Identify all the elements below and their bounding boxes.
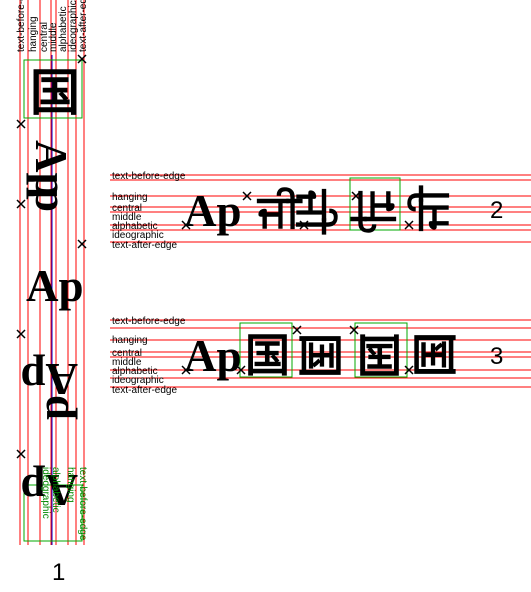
latin-sample-2: Ap <box>184 186 242 236</box>
gurmukhi-rot270: ਜੀ <box>406 185 456 232</box>
label1b-hanging: hanging <box>65 467 76 503</box>
label1-tbe: text-before-edge <box>16 0 27 52</box>
panel-3: text-before-edge hanging central middle … <box>110 316 531 396</box>
svg-text:国: 国 <box>294 333 344 378</box>
svg-text:国: 国 <box>411 332 461 377</box>
label-text-before-edge: text-before-edge <box>112 171 186 182</box>
baseline-labels-1-top: text-before-edge hanging central middle … <box>16 0 89 52</box>
svg-text:国: 国 <box>357 329 402 379</box>
baseline-labels-2: text-before-edge hanging central middle … <box>112 171 186 251</box>
cjk-rot0: 国 <box>245 331 290 381</box>
panel-2: text-before-edge hanging central middle … <box>110 171 531 251</box>
label1b-ideographic: ideographic <box>40 467 51 519</box>
panel-label-2: 2 <box>490 197 503 224</box>
label3-text-before-edge: text-before-edge <box>112 316 186 327</box>
label1b-tbe: text-before-edge <box>77 467 88 541</box>
panel-1: text-before-edge hanging central middle … <box>16 0 89 586</box>
svg-text:p: p <box>28 395 78 420</box>
panel-label-3: 3 <box>490 343 503 370</box>
label-hanging: hanging <box>112 192 148 203</box>
latin-v-rot90b: p <box>26 187 76 212</box>
panel-label-1: 1 <box>52 559 65 586</box>
gurmukhi-rot180: ਜੀ <box>350 184 397 234</box>
gurmukhi-rot90: ਜੀ <box>289 188 339 235</box>
svg-text:p: p <box>26 187 76 212</box>
label3-hanging: hanging <box>112 335 148 346</box>
svg-text:ਜੀ: ਜੀ <box>350 184 397 234</box>
latin-v-rot0: Ap <box>26 261 84 311</box>
label1-hanging: hanging <box>28 16 39 52</box>
cjk-rot90: 国 <box>294 333 344 378</box>
label3-text-after-edge: text-after-edge <box>112 385 177 396</box>
svg-text:ਜੀ: ਜੀ <box>289 188 339 235</box>
cjk-top: 国 <box>30 65 80 121</box>
latin-sample-3: Ap <box>184 331 242 381</box>
latin-v-rot270b: p <box>28 395 78 420</box>
cjk-rot180: 国 <box>357 329 402 379</box>
svg-text:国: 国 <box>245 331 290 381</box>
svg-text:Ap: Ap <box>26 261 84 311</box>
cjk-rot270: 国 <box>411 332 461 377</box>
label1-tae: text-after-edge <box>78 0 89 52</box>
label-text-after-edge: text-after-edge <box>112 240 177 251</box>
label1b-alphabetic: alphabetic <box>50 467 61 513</box>
svg-text:ਜੀ: ਜੀ <box>406 185 456 232</box>
